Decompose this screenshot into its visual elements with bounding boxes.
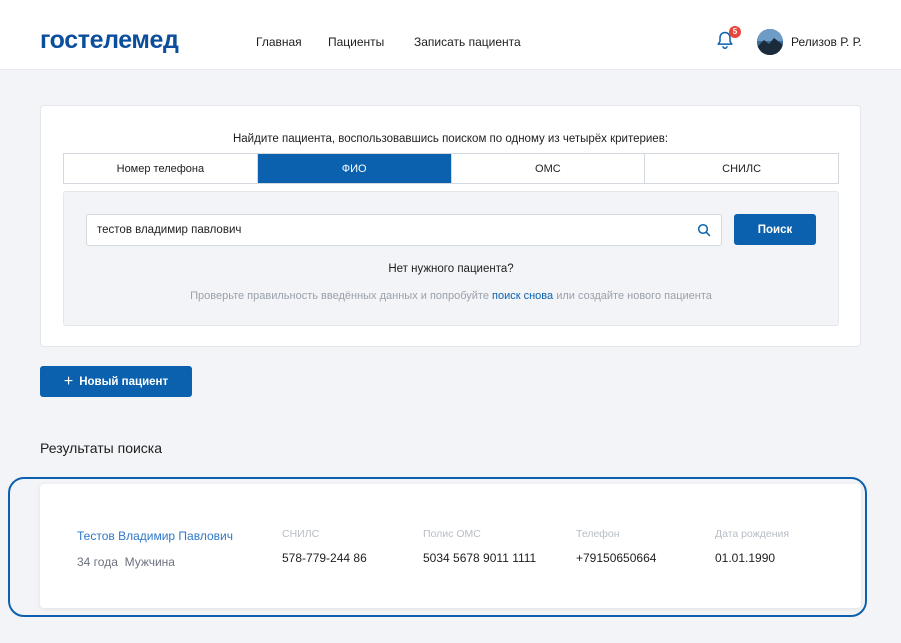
oms-value: 5034 5678 9011 1111 — [423, 551, 537, 565]
user-name[interactable]: Релизов Р. Р. — [791, 35, 862, 49]
tab-phone[interactable]: Номер телефона — [64, 154, 258, 183]
snils-label: СНИЛС — [282, 528, 320, 540]
nav-book-patient[interactable]: Записать пациента — [414, 35, 521, 49]
search-input[interactable] — [86, 214, 722, 246]
search-button[interactable]: Поиск — [734, 214, 816, 245]
phone-value: +79150650664 — [576, 551, 657, 565]
nav-home[interactable]: Главная — [256, 35, 302, 49]
tab-full-name[interactable]: ФИО — [257, 154, 452, 183]
new-patient-label: Новый пациент — [79, 375, 169, 388]
search-icon[interactable] — [697, 223, 711, 237]
birth-date-value: 01.01.1990 — [715, 551, 776, 565]
search-again-link[interactable]: поиск снова — [492, 290, 553, 302]
no-result-title: Нет нужного пациента? — [388, 263, 514, 275]
no-result-text: Проверьте правильность введённых данных … — [64, 289, 838, 303]
tab-snils[interactable]: СНИЛС — [645, 154, 838, 183]
result-card[interactable]: Тестов Владимир Павлович 34 года Мужчина… — [40, 484, 861, 608]
tab-oms[interactable]: ОМС — [452, 154, 646, 183]
birth-date-label: Дата рождения — [715, 528, 790, 540]
top-header: гостелемед Главная Пациенты Записать пац… — [0, 0, 901, 70]
notification-badge: 5 — [729, 26, 741, 38]
phone-label: Телефон — [576, 528, 620, 540]
search-panel: Поиск Нет нужного пациента? Проверьте пр… — [63, 191, 839, 326]
no-result-prefix: Проверьте правильность введённых данных … — [190, 290, 493, 302]
patient-age: 34 года — [77, 555, 118, 569]
nav-patients[interactable]: Пациенты — [328, 35, 384, 49]
new-patient-button[interactable]: + Новый пациент — [40, 366, 192, 397]
app-logo[interactable]: гостелемед — [40, 26, 179, 54]
snils-value: 578-779-244 86 — [282, 551, 367, 565]
avatar[interactable] — [757, 29, 783, 55]
patient-gender: Мужчина — [124, 555, 175, 569]
oms-label: Полис ОМС — [423, 528, 481, 540]
search-criteria-tabs: Номер телефона ФИО ОМС СНИЛС — [63, 153, 839, 184]
patient-name-link[interactable]: Тестов Владимир Павлович — [77, 529, 233, 543]
no-result-suffix: или создайте нового пациента — [553, 290, 712, 302]
plus-icon: + — [63, 372, 74, 390]
results-title: Результаты поиска — [40, 440, 163, 456]
search-hint: Найдите пациента, воспользовавшись поиск… — [232, 133, 669, 145]
patient-age-gender: 34 года Мужчина — [77, 555, 175, 569]
search-card: Найдите пациента, воспользовавшись поиск… — [40, 105, 861, 347]
